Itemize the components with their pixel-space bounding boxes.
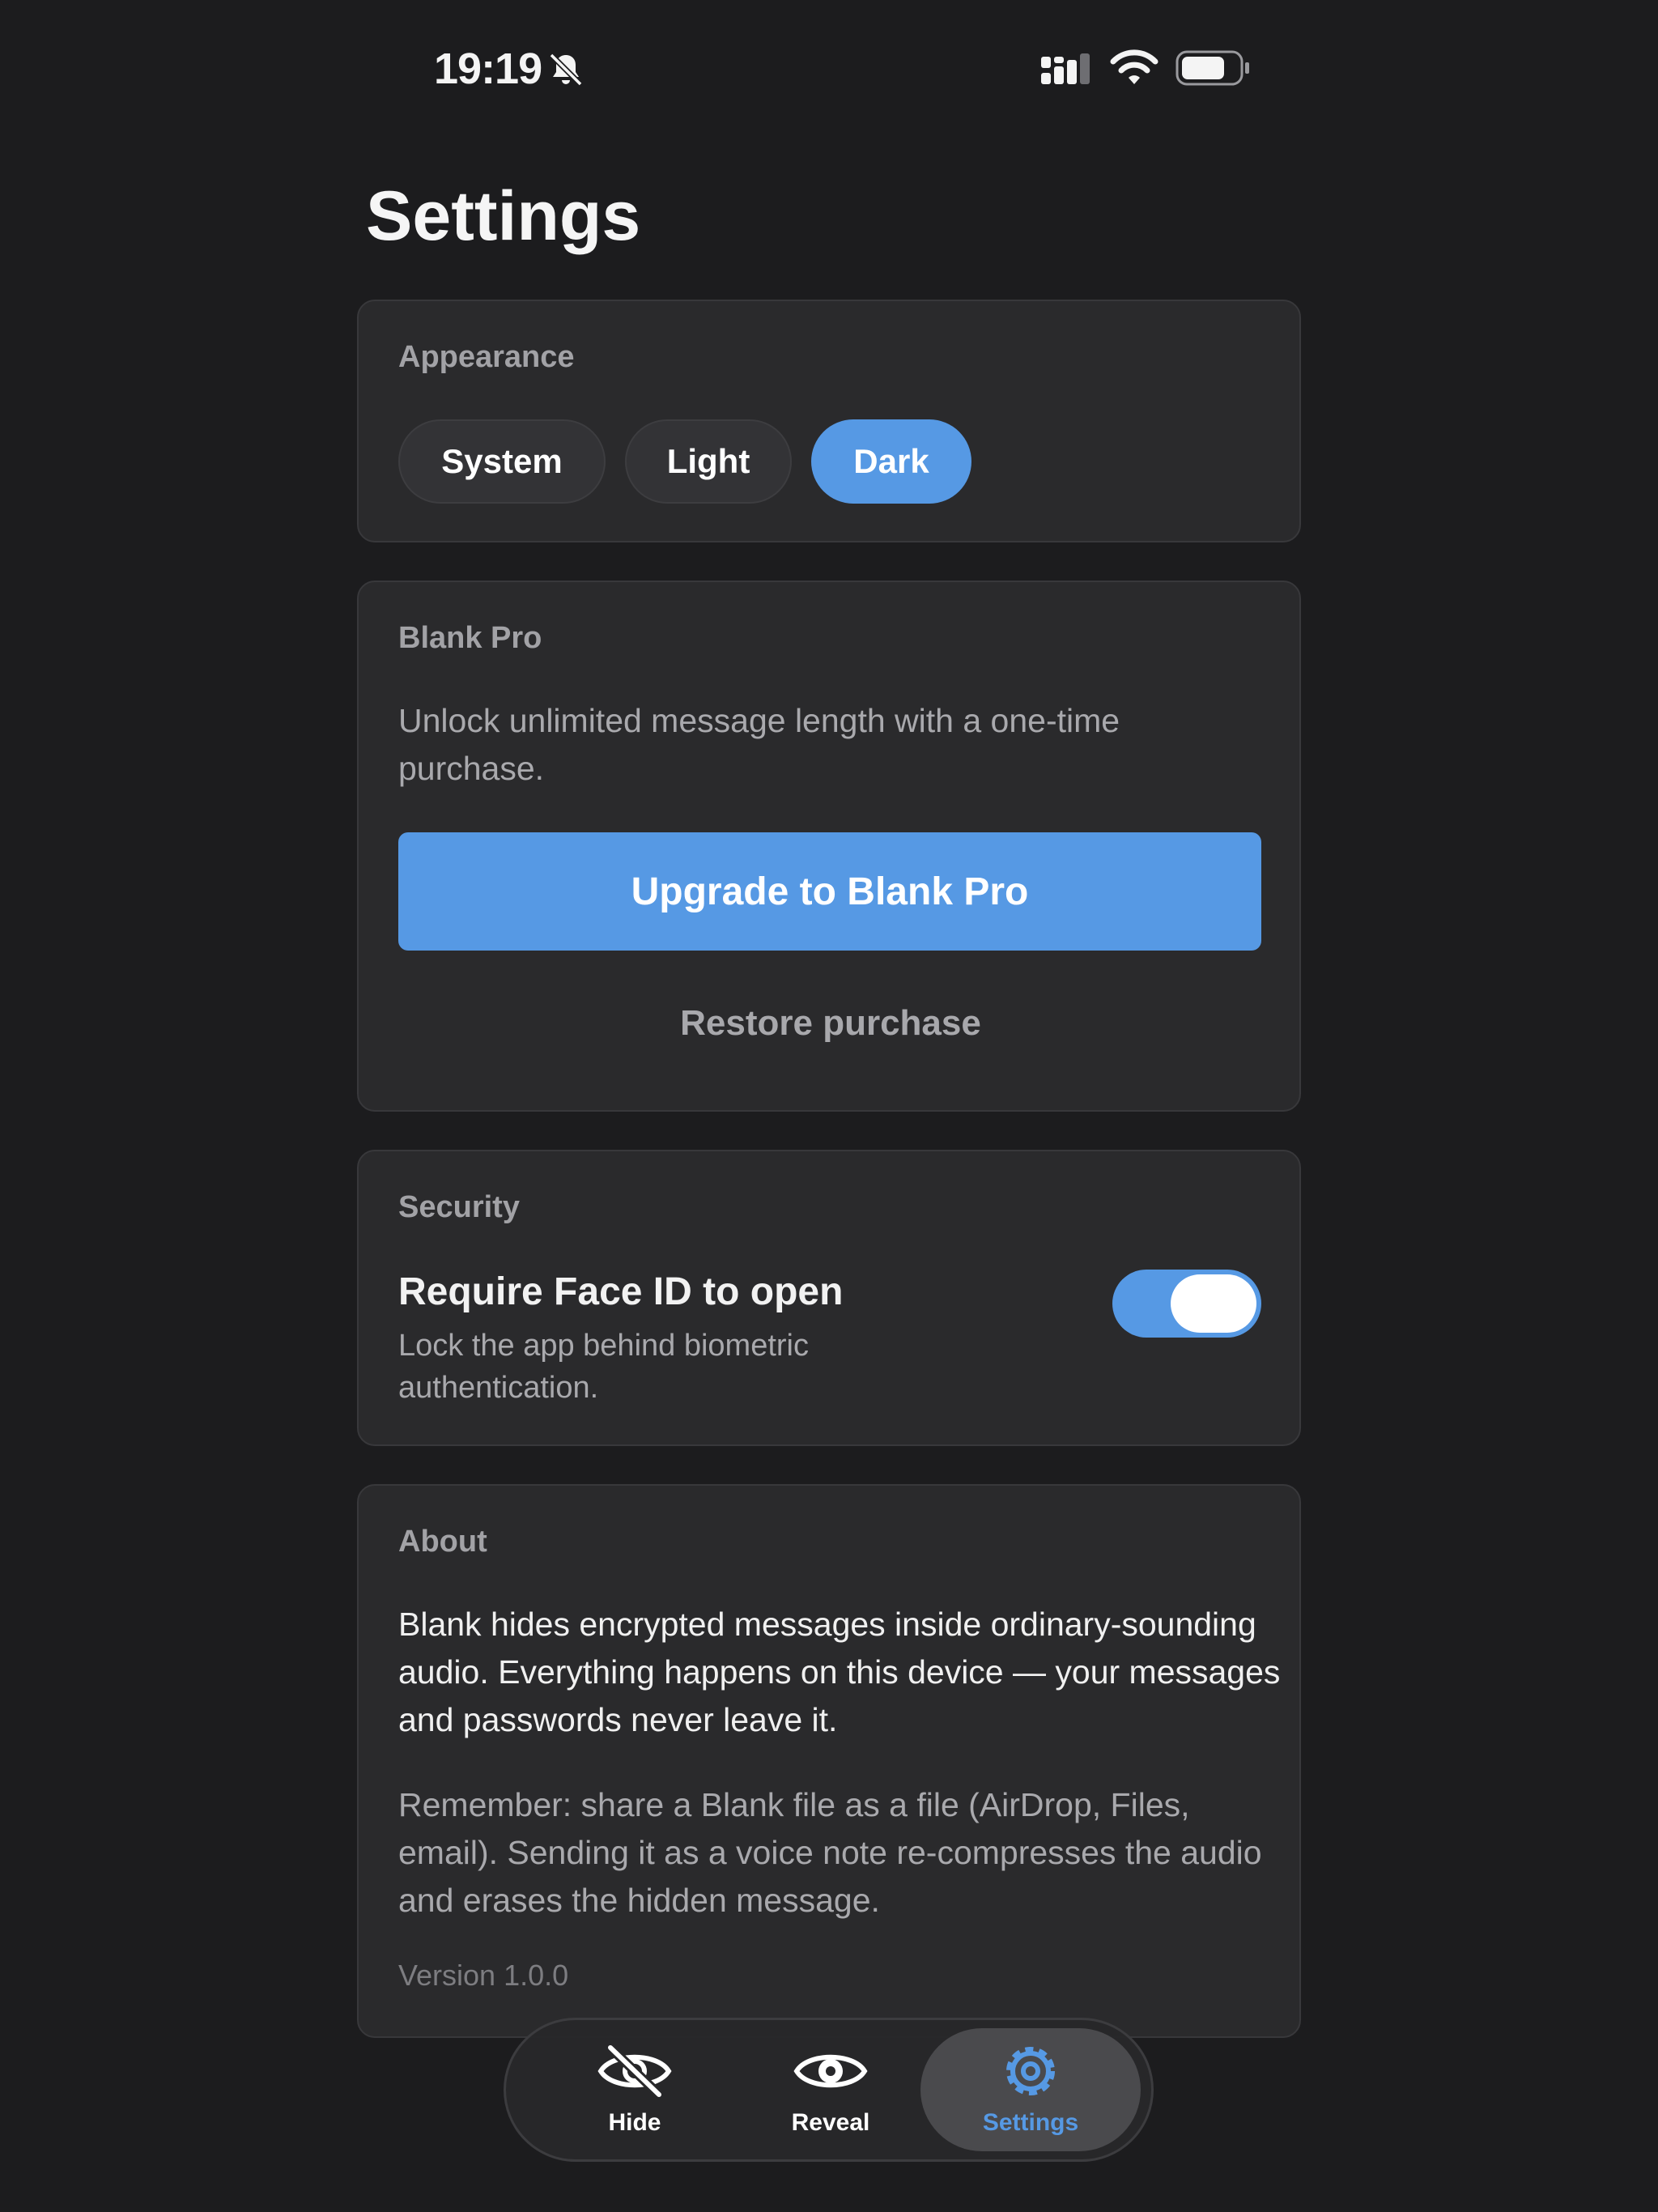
tab-bar: Hide Reveal Settings [504, 2018, 1154, 2162]
toggle-knob [1171, 1274, 1256, 1333]
appearance-label: Appearance [398, 340, 575, 374]
version-label: Version 1.0.0 [398, 1959, 569, 1992]
appearance-option-dark[interactable]: Dark [811, 419, 971, 504]
battery-icon [1175, 50, 1249, 86]
security-card: Security Require Face ID to open Lock th… [357, 1150, 1301, 1446]
tab-hide-label: Hide [608, 2109, 661, 2136]
eye-slash-icon [597, 2044, 672, 2099]
about-note: Remember: share a Blank file as a file (… [398, 1786, 1262, 1919]
face-id-toggle[interactable] [1112, 1270, 1261, 1338]
tab-reveal[interactable]: Reveal [721, 2028, 941, 2151]
wifi-icon [1110, 49, 1158, 84]
appearance-card: Appearance System Light Dark [357, 300, 1301, 542]
tab-settings[interactable]: Settings [920, 2028, 1141, 2151]
face-id-title: Require Face ID to open [398, 1270, 844, 1313]
gear-icon [1006, 2047, 1055, 2095]
blank-pro-description: Unlock unlimited message length with a o… [398, 702, 1120, 787]
appearance-option-system[interactable]: System [398, 419, 606, 504]
bell-slash-icon [549, 53, 583, 87]
about-body: Blank hides encrypted messages inside or… [398, 1606, 1281, 1738]
tab-hide[interactable]: Hide [525, 2028, 745, 2151]
upgrade-button[interactable]: Upgrade to Blank Pro [398, 832, 1261, 951]
cellular-signal-icon [1041, 53, 1090, 84]
blank-pro-card: Blank Pro Unlock unlimited message lengt… [357, 581, 1301, 1112]
tab-settings-label: Settings [982, 2109, 1079, 2136]
status-time: 19:19 [434, 45, 542, 93]
security-label: Security [398, 1190, 520, 1224]
appearance-option-light[interactable]: Light [625, 419, 792, 504]
page-title: Settings [366, 177, 641, 255]
settings-screen: 19:19 Settings Appearance System Light D… [0, 0, 1658, 2212]
about-label: About [398, 1525, 487, 1559]
about-card: About Blank hides encrypted messages ins… [357, 1484, 1301, 2038]
eye-icon [793, 2054, 868, 2088]
tab-reveal-label: Reveal [791, 2109, 870, 2136]
status-bar: 19:19 [0, 40, 1658, 97]
blank-pro-label: Blank Pro [398, 621, 542, 655]
restore-purchase-button[interactable]: Restore purchase [359, 1003, 1303, 1044]
face-id-description: Lock the app behind biometric authentica… [398, 1329, 809, 1405]
